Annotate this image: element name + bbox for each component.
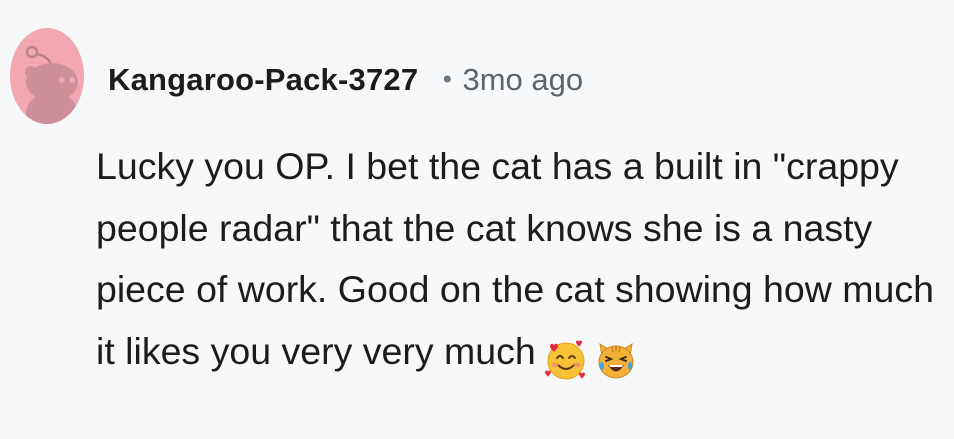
comment-body: Lucky you OP. I bet the cat has a built … <box>96 136 946 388</box>
smiling-face-with-hearts-emoji <box>544 340 585 380</box>
comment-meta: Kangaroo-Pack-3727 • 3mo ago <box>108 60 583 100</box>
comment-timestamp[interactable]: 3mo ago <box>462 62 583 98</box>
comment-card: Kangaroo-Pack-3727 • 3mo ago Lucky you O… <box>0 0 954 439</box>
meta-separator: • <box>440 66 455 94</box>
emoji-group <box>544 327 644 389</box>
author-username[interactable]: Kangaroo-Pack-3727 <box>108 62 418 98</box>
cat-face-with-tears-of-joy-emoji <box>598 342 634 379</box>
user-avatar[interactable] <box>10 28 84 124</box>
comment-body-text: Lucky you OP. I bet the cat has a built … <box>96 145 934 372</box>
reddit-snoo-avatar-icon <box>25 45 78 124</box>
